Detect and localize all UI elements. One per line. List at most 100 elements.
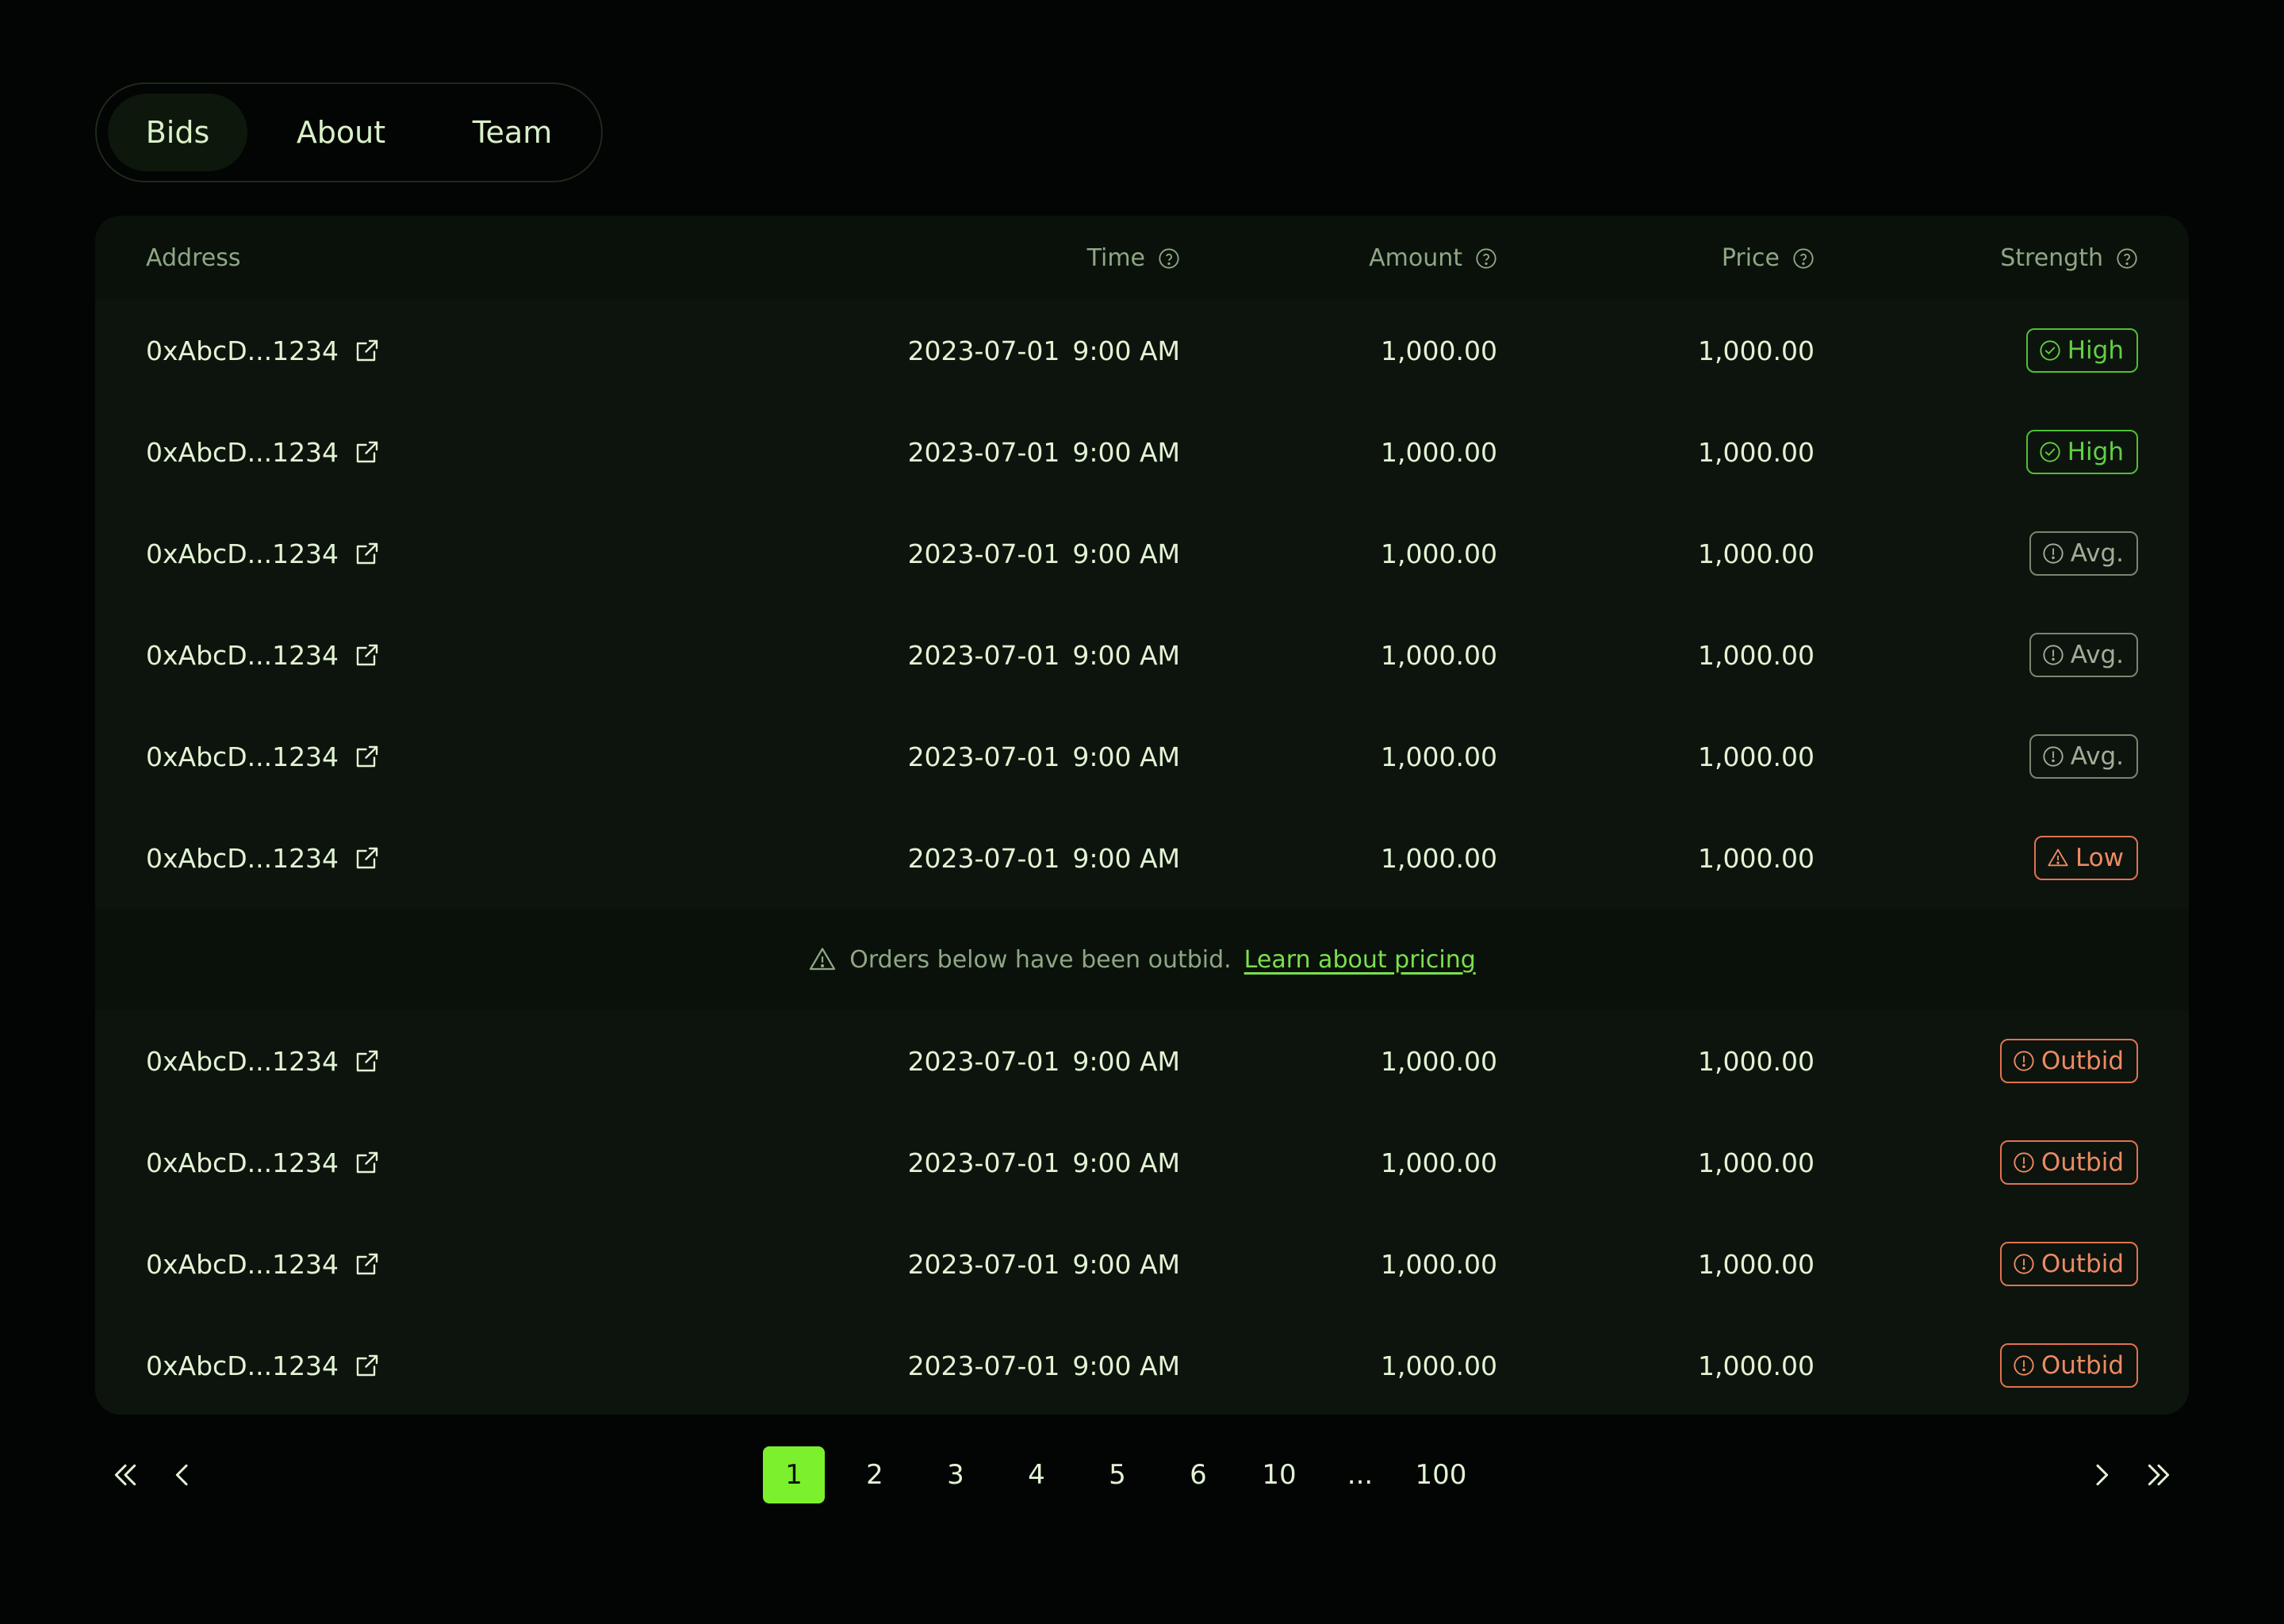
bid-time: 9:00 AM <box>1072 1045 1180 1077</box>
amount-cell: 1,000.00 <box>1381 1248 1497 1280</box>
table-row: 0xAbcD...1234 2023-07-01 9:00 AM 1,000.00 1,… <box>95 807 2189 909</box>
last-page-button[interactable] <box>2136 1453 2181 1497</box>
help-circle-icon[interactable] <box>2116 247 2138 270</box>
first-page-button[interactable] <box>103 1453 148 1497</box>
page-button-1[interactable]: 1 <box>763 1446 825 1503</box>
alert-circle-icon <box>2043 746 2064 767</box>
page-button-10[interactable]: 10 <box>1248 1446 1310 1503</box>
page-button-4[interactable]: 4 <box>1006 1446 1067 1503</box>
bid-time: 9:00 AM <box>1072 639 1180 671</box>
bid-date: 2023-07-01 <box>907 842 1060 874</box>
alert-circle-icon <box>2014 1152 2034 1173</box>
wallet-address[interactable]: 0xAbcD...1234 <box>146 640 339 671</box>
column-header-amount: Amount <box>1369 244 1497 272</box>
strength-label: Low <box>2075 844 2124 872</box>
price-cell: 1,000.00 <box>1698 1045 1815 1077</box>
help-circle-icon[interactable] <box>1475 247 1497 270</box>
chevrons-left-icon <box>114 1464 136 1486</box>
strength-cell: Outbid <box>1999 1315 2138 1415</box>
page-button-6[interactable]: 6 <box>1167 1446 1229 1503</box>
address-cell: 0xAbcD...1234 <box>146 1315 381 1415</box>
bid-time: 9:00 AM <box>1072 538 1180 569</box>
strength-badge: High <box>2025 430 2138 474</box>
help-circle-icon[interactable] <box>1158 247 1180 270</box>
table-row: 0xAbcD...1234 2023-07-01 9:00 AM 1,000.00 1,… <box>95 706 2189 807</box>
help-circle-icon[interactable] <box>1792 247 1815 270</box>
time-cell: 2023-07-01 9:00 AM <box>908 1315 1180 1415</box>
strength-cell: Outbid <box>1999 1010 2138 1112</box>
warning-icon <box>810 948 836 971</box>
external-link-icon[interactable] <box>353 1148 381 1177</box>
wallet-address[interactable]: 0xAbcD...1234 <box>146 1147 339 1178</box>
price-cell: 1,000.00 <box>1698 335 1815 366</box>
bid-date: 2023-07-01 <box>907 335 1060 366</box>
bid-date: 2023-07-01 <box>907 1350 1060 1381</box>
bids-table: Address Time Amount Price Strength 0xAbc… <box>95 216 2189 1415</box>
strength-badge: Low <box>2033 836 2138 880</box>
wallet-address[interactable]: 0xAbcD...1234 <box>146 843 339 874</box>
wallet-address[interactable]: 0xAbcD...1234 <box>146 538 339 569</box>
amount-cell: 1,000.00 <box>1381 639 1497 671</box>
tab-bids[interactable]: Bids <box>108 94 247 171</box>
outbid-notice: Orders below have been outbid. Learn abo… <box>95 909 2189 1010</box>
amount-cell: 1,000.00 <box>1381 842 1497 874</box>
time-cell: 2023-07-01 9:00 AM <box>908 706 1180 807</box>
page-button-3[interactable]: 3 <box>925 1446 987 1503</box>
external-link-icon[interactable] <box>353 1250 381 1278</box>
address-cell: 0xAbcD...1234 <box>146 706 381 807</box>
price-cell: 1,000.00 <box>1698 1147 1815 1178</box>
previous-page-button[interactable] <box>160 1453 205 1497</box>
outbid-bids: 0xAbcD...1234 2023-07-01 9:00 AM 1,000.00 1,… <box>95 1010 2189 1415</box>
external-link-icon[interactable] <box>353 539 381 568</box>
learn-about-pricing-link[interactable]: Learn about pricing <box>1244 946 1476 974</box>
amount-cell: 1,000.00 <box>1381 1045 1497 1077</box>
address-cell: 0xAbcD...1234 <box>146 1112 381 1213</box>
wallet-address[interactable]: 0xAbcD...1234 <box>146 1046 339 1077</box>
external-link-icon[interactable] <box>353 1351 381 1380</box>
strength-badge: Outbid <box>1999 1039 2138 1083</box>
table-row: 0xAbcD...1234 2023-07-01 9:00 AM 1,000.00 1,… <box>95 1010 2189 1112</box>
strength-label: Outbid <box>2041 1047 2124 1075</box>
wallet-address[interactable]: 0xAbcD...1234 <box>146 1350 339 1381</box>
time-cell: 2023-07-01 9:00 AM <box>908 503 1180 604</box>
strength-label: High <box>2067 336 2124 365</box>
amount-cell: 1,000.00 <box>1381 1350 1497 1381</box>
page-button-2[interactable]: 2 <box>844 1446 906 1503</box>
external-link-icon[interactable] <box>353 1047 381 1075</box>
next-page-button[interactable] <box>2079 1453 2124 1497</box>
strength-cell: Outbid <box>1999 1213 2138 1315</box>
time-cell: 2023-07-01 9:00 AM <box>908 1213 1180 1315</box>
wallet-address[interactable]: 0xAbcD...1234 <box>146 741 339 772</box>
bid-date: 2023-07-01 <box>907 1147 1060 1178</box>
external-link-icon[interactable] <box>353 844 381 872</box>
external-link-icon[interactable] <box>353 336 381 365</box>
page-button-5[interactable]: 5 <box>1086 1446 1148 1503</box>
external-link-icon[interactable] <box>353 438 381 466</box>
bid-time: 9:00 AM <box>1072 842 1180 874</box>
wallet-address[interactable]: 0xAbcD...1234 <box>146 437 339 468</box>
strength-badge: Avg. <box>2029 633 2138 677</box>
page-ellipsis: ... <box>1347 1459 1374 1491</box>
time-cell: 2023-07-01 9:00 AM <box>908 1010 1180 1112</box>
amount-cell: 1,000.00 <box>1381 538 1497 569</box>
wallet-address[interactable]: 0xAbcD...1234 <box>146 335 339 366</box>
tab-about[interactable]: About <box>247 94 435 171</box>
column-header-time: Time <box>1087 244 1180 272</box>
bid-date: 2023-07-01 <box>907 1045 1060 1077</box>
time-cell: 2023-07-01 9:00 AM <box>908 807 1180 909</box>
strength-label: Avg. <box>2070 742 2124 771</box>
table-row: 0xAbcD...1234 2023-07-01 9:00 AM 1,000.00 1,… <box>95 401 2189 503</box>
external-link-icon[interactable] <box>353 641 381 669</box>
bid-time: 9:00 AM <box>1072 741 1180 772</box>
table-row: 0xAbcD...1234 2023-07-01 9:00 AM 1,000.00 1,… <box>95 604 2189 706</box>
tab-team[interactable]: Team <box>435 94 590 171</box>
wallet-address[interactable]: 0xAbcD...1234 <box>146 1249 339 1280</box>
strength-label: Outbid <box>2041 1148 2124 1177</box>
page-button-100[interactable]: 100 <box>1410 1446 1472 1503</box>
table-row: 0xAbcD...1234 2023-07-01 9:00 AM 1,000.00 1,… <box>95 1213 2189 1315</box>
external-link-icon[interactable] <box>353 742 381 771</box>
alert-circle-icon <box>2014 1051 2034 1071</box>
time-cell: 2023-07-01 9:00 AM <box>908 401 1180 503</box>
check-circle-icon <box>2040 442 2060 462</box>
outbid-notice-text: Orders below have been outbid. <box>849 945 1232 974</box>
